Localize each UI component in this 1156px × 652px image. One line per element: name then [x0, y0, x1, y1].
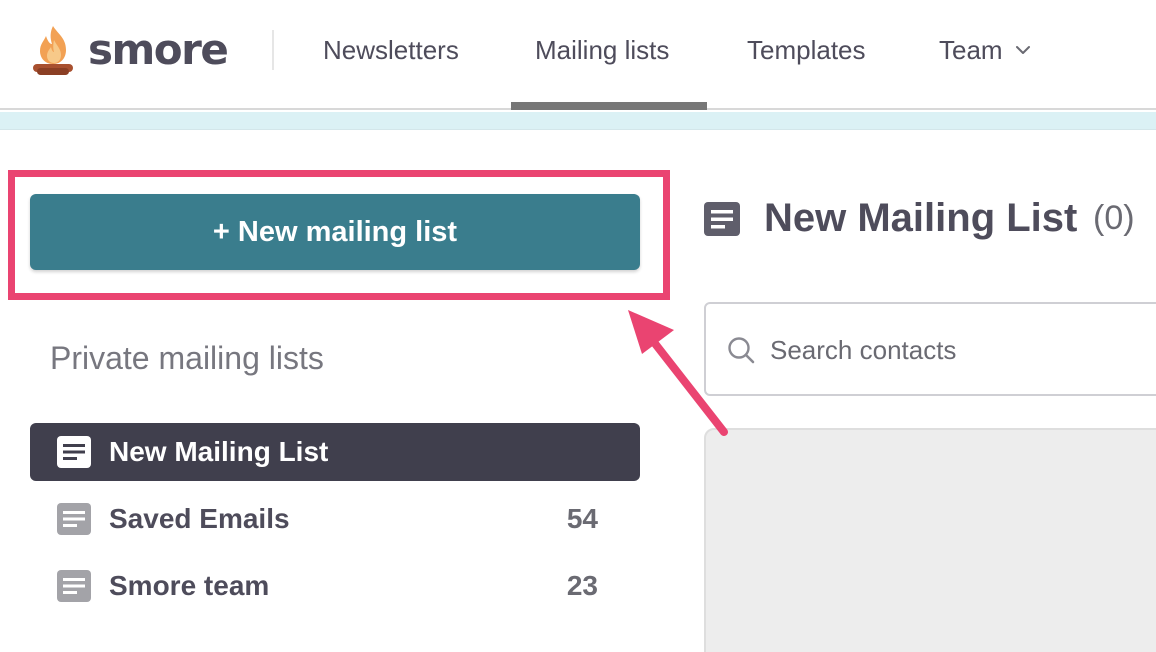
nav-divider [272, 30, 274, 70]
list-item-count: 54 [566, 503, 598, 534]
nav-templates[interactable]: Templates [747, 32, 866, 68]
contacts-table-area [704, 428, 1156, 652]
annotation-arrow [628, 310, 728, 436]
brand-logo[interactable]: smore [30, 22, 229, 78]
list-item-label: New Mailing List [109, 436, 329, 467]
mailing-list-item-active[interactable]: New Mailing List [30, 423, 640, 481]
nav-team-label: Team [939, 35, 1003, 65]
list-doc-icon [57, 570, 91, 602]
contact-count: (0) [1093, 199, 1135, 237]
search-box[interactable] [704, 302, 1156, 396]
list-doc-icon [704, 202, 740, 236]
active-tab-indicator [511, 102, 707, 110]
info-banner [0, 112, 1156, 130]
list-doc-icon [57, 436, 91, 468]
search-input[interactable] [770, 328, 1150, 372]
list-item-label: Smore team [109, 570, 270, 601]
page-title: New Mailing List [764, 196, 1078, 240]
brand-name: smore [88, 25, 229, 74]
new-mailing-list-button[interactable]: + New mailing list [30, 194, 640, 270]
list-item-label: Saved Emails [109, 503, 290, 534]
nav-mailing-lists[interactable]: Mailing lists [535, 32, 669, 68]
nav-newsletters[interactable]: Newsletters [323, 32, 459, 68]
top-navbar: smore Newsletters Mailing lists Template… [0, 0, 1156, 110]
private-lists-heading: Private mailing lists [50, 340, 324, 376]
nav-team[interactable]: Team [939, 32, 1033, 68]
mailing-list-item[interactable]: Saved Emails 54 [30, 490, 640, 548]
list-item-count: 23 [566, 570, 598, 601]
list-doc-icon [57, 503, 91, 535]
chevron-down-icon [1015, 46, 1030, 55]
campfire-logo-icon [33, 26, 73, 75]
mailing-list-item[interactable]: Smore team 23 [30, 557, 640, 615]
